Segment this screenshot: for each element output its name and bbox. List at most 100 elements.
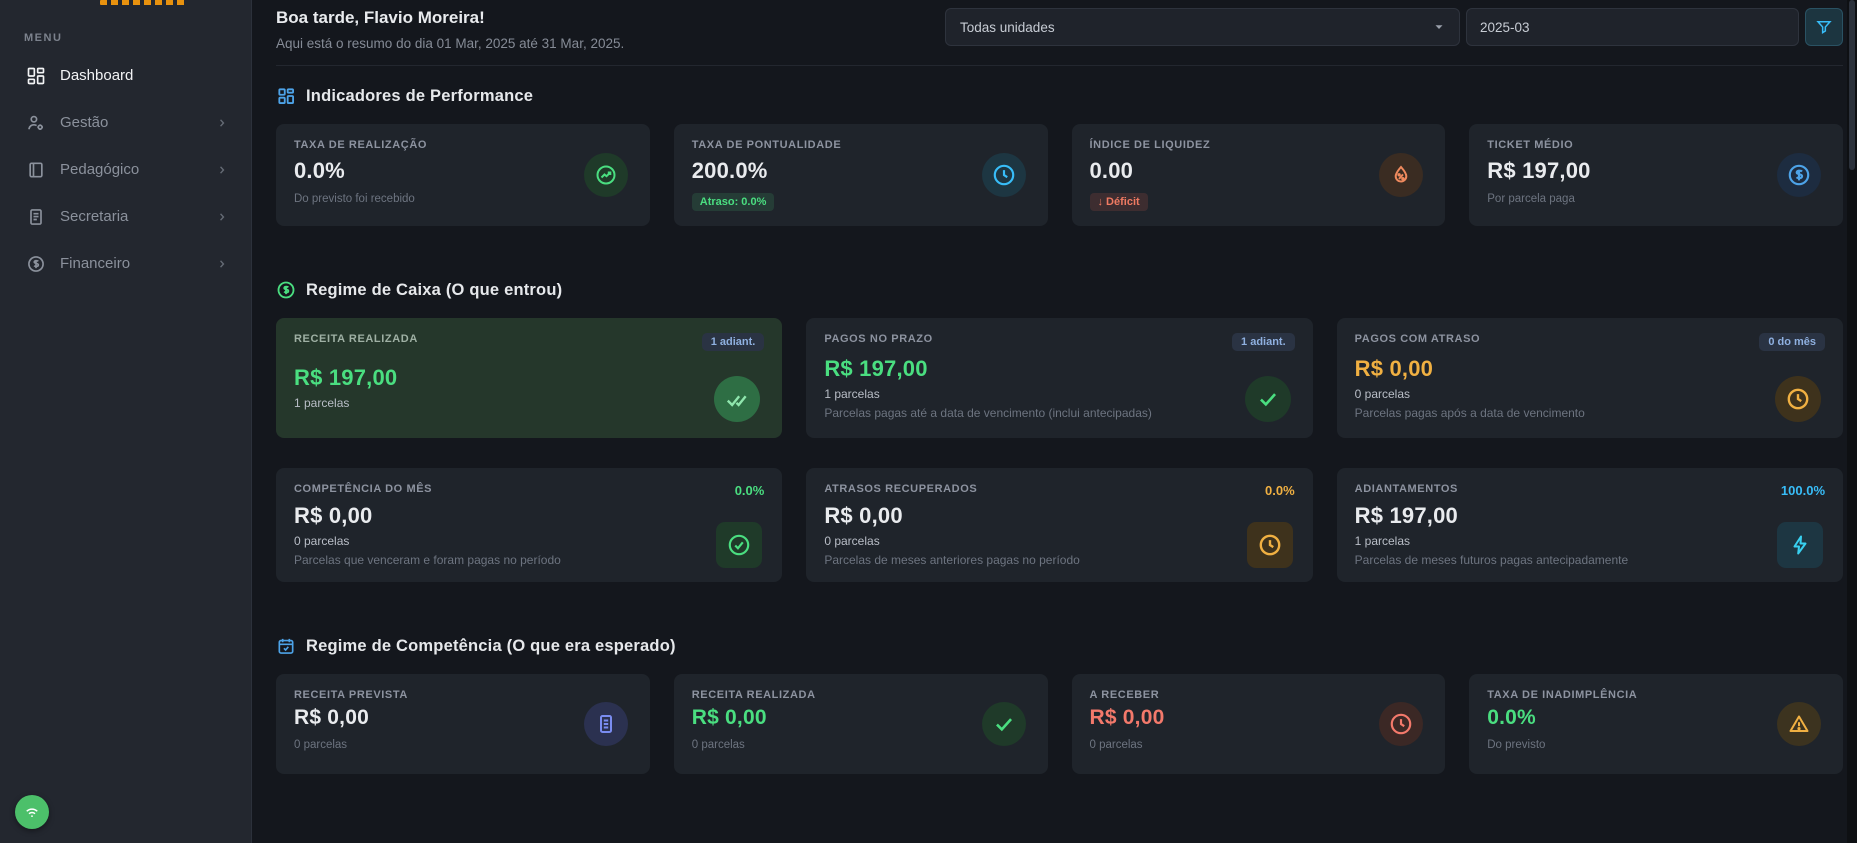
- section-performance-header: Indicadores de Performance: [276, 86, 1843, 106]
- sidebar-nav: Dashboard Gestão Pedagógico Secretaria F…: [0, 52, 251, 287]
- card-percent: 0.0%: [734, 483, 765, 498]
- dashboard-page: MENU Dashboard Gestão Pedagógico Secreta…: [0, 0, 1857, 843]
- card-title: TICKET MÉDIO: [1487, 139, 1574, 151]
- page-title: Boa tarde, Flavio Moreira!: [276, 8, 485, 27]
- card-value: R$ 0,00: [1354, 356, 1434, 381]
- dashboard-grid-icon: [26, 66, 46, 86]
- section-caixa: Regime de Caixa (O que entrou) RECEITA R…: [276, 280, 1843, 582]
- kpi-card-ticket-medio: TICKET MÉDIO R$ 197,00 Por parcela paga: [1469, 124, 1843, 226]
- connection-status-button[interactable]: [15, 795, 49, 829]
- card-parcelas: 0 parcelas: [824, 534, 880, 548]
- card-parcelas: 1 parcelas: [1354, 534, 1411, 548]
- card-receita-prevista: RECEITA PREVISTA R$ 0,00 0 parcelas: [276, 674, 650, 774]
- card-description: Parcelas pagas após a data de vencimento: [1354, 406, 1585, 420]
- card-parcelas: 0 parcelas: [294, 739, 348, 751]
- menu-section-label: MENU: [24, 32, 63, 44]
- filter-controls: Todas unidades: [945, 8, 1843, 46]
- greeting-block: Boa tarde, Flavio Moreira! Aqui está o r…: [276, 8, 624, 51]
- sidebar-item-dashboard[interactable]: Dashboard: [0, 52, 251, 99]
- card-subtitle: Do previsto foi recebido: [294, 193, 415, 205]
- caixa-cards-row1: RECEITA REALIZADA 1 adiant. R$ 197,00 1 …: [276, 318, 1843, 438]
- card-title: A RECEBER: [1089, 689, 1160, 701]
- card-title: TAXA DE INADIMPLÊNCIA: [1487, 689, 1638, 701]
- lightning-icon: [1777, 522, 1823, 568]
- card-a-receber: A RECEBER R$ 0,00 0 parcelas: [1071, 674, 1446, 774]
- competencia-cards: RECEITA PREVISTA R$ 0,00 0 parcelas RECE…: [276, 674, 1843, 774]
- card-adiantamentos: ADIANTAMENTOS 100.0% R$ 197,00 1 parcela…: [1336, 468, 1843, 582]
- check-icon: [1244, 376, 1291, 422]
- card-competencia-do-mes: COMPETÊNCIA DO MÊS 0.0% R$ 0,00 0 parcel…: [276, 468, 783, 582]
- section-title: Indicadores de Performance: [306, 86, 534, 105]
- wifi-icon: [23, 803, 41, 821]
- card-taxa-inadimplencia: TAXA DE INADIMPLÊNCIA 0.0% Do previsto: [1469, 674, 1843, 774]
- card-value: 0.00: [1089, 158, 1134, 183]
- grid-section-icon: [276, 86, 296, 106]
- clock-icon: [981, 153, 1026, 197]
- card-pagos-com-atraso: PAGOS COM ATRASO 0 do mês R$ 0,00 0 parc…: [1336, 318, 1843, 438]
- book-icon: [26, 160, 46, 180]
- card-pagos-no-prazo: PAGOS NO PRAZO 1 adiant. R$ 197,00 1 par…: [806, 318, 1313, 438]
- file-list-icon: [26, 207, 46, 227]
- adiantamento-badge: 1 adiant.: [701, 333, 765, 351]
- month-input[interactable]: [1466, 8, 1799, 46]
- sidebar: MENU Dashboard Gestão Pedagógico Secreta…: [0, 0, 252, 843]
- scrollbar[interactable]: [1847, 0, 1857, 843]
- chevron-right-icon: [215, 116, 229, 130]
- sidebar-item-gestao[interactable]: Gestão: [0, 99, 251, 146]
- clock-icon: [1775, 376, 1821, 422]
- sidebar-item-pedagogico[interactable]: Pedagógico: [0, 146, 251, 193]
- card-percent: 0.0%: [1265, 483, 1295, 498]
- double-check-icon: [714, 376, 761, 422]
- card-value: R$ 0,00: [691, 706, 767, 729]
- kpi-card-taxa-realizacao: TAXA DE REALIZAÇÃO 0.0% Do previsto foi …: [276, 124, 650, 226]
- dollar-circle-icon: [276, 280, 296, 300]
- card-title: ADIANTAMENTOS: [1354, 483, 1458, 495]
- sidebar-item-label: Pedagógico: [60, 161, 140, 178]
- section-performance: Indicadores de Performance TAXA DE REALI…: [276, 86, 1843, 226]
- card-value: R$ 197,00: [1487, 158, 1591, 183]
- card-value: 200.0%: [691, 158, 768, 183]
- scrollbar-thumb[interactable]: [1849, 0, 1855, 170]
- mes-badge: 0 do mês: [1759, 333, 1825, 351]
- card-title: ÍNDICE DE LIQUIDEZ: [1089, 139, 1211, 151]
- user-gear-icon: [26, 113, 46, 133]
- apply-filter-button[interactable]: [1805, 8, 1843, 46]
- card-value: 0.0%: [1487, 706, 1536, 729]
- card-title: RECEITA REALIZADA: [691, 689, 816, 701]
- chevron-right-icon: [215, 210, 229, 224]
- card-title: PAGOS COM ATRASO: [1354, 333, 1481, 345]
- adiantamento-badge: 1 adiant.: [1232, 333, 1295, 351]
- app-logo: [100, 0, 186, 5]
- card-parcelas: 1 parcelas: [294, 396, 350, 410]
- section-caixa-header: Regime de Caixa (O que entrou): [276, 280, 1843, 300]
- section-competencia-header: Regime de Competência (O que era esperad…: [276, 636, 1843, 656]
- card-title: TAXA DE PONTUALIDADE: [691, 139, 842, 151]
- card-value: R$ 0,00: [1089, 706, 1165, 729]
- card-description: Parcelas de meses futuros pagas antecipa…: [1354, 553, 1629, 567]
- section-competencia: Regime de Competência (O que era esperad…: [276, 636, 1843, 774]
- card-value: R$ 0,00: [294, 503, 373, 528]
- warning-triangle-icon: [1777, 702, 1821, 746]
- card-value: R$ 197,00: [824, 356, 928, 381]
- performance-cards: TAXA DE REALIZAÇÃO 0.0% Do previsto foi …: [276, 124, 1843, 226]
- unit-select-value: Todas unidades: [960, 19, 1055, 35]
- filter-funnel-icon: [1815, 18, 1833, 36]
- card-description: Parcelas que venceram e foram pagas no p…: [294, 553, 561, 567]
- sidebar-item-label: Dashboard: [60, 67, 134, 84]
- topbar: Boa tarde, Flavio Moreira! Aqui está o r…: [276, 0, 1843, 66]
- check-circle-icon: [716, 522, 763, 568]
- unit-select[interactable]: Todas unidades: [945, 8, 1460, 46]
- card-parcelas: 1 parcelas: [824, 387, 880, 401]
- card-receita-realizada: RECEITA REALIZADA 1 adiant. R$ 197,00 1 …: [276, 318, 783, 438]
- caixa-cards-row2: COMPETÊNCIA DO MÊS 0.0% R$ 0,00 0 parcel…: [276, 468, 1843, 582]
- chevron-right-icon: [215, 163, 229, 177]
- droplet-percent-icon: [1379, 153, 1424, 197]
- section-title: Regime de Caixa (O que entrou): [306, 280, 563, 299]
- card-description: Parcelas pagas até a data de vencimento …: [824, 406, 1152, 420]
- sidebar-item-secretaria[interactable]: Secretaria: [0, 193, 251, 240]
- chevron-down-icon: [1433, 21, 1445, 33]
- card-parcelas: 0 parcelas: [1089, 739, 1143, 751]
- card-value: R$ 197,00: [1354, 503, 1458, 528]
- sidebar-item-financeiro[interactable]: Financeiro: [0, 240, 251, 287]
- card-parcelas: 0 parcelas: [294, 534, 350, 548]
